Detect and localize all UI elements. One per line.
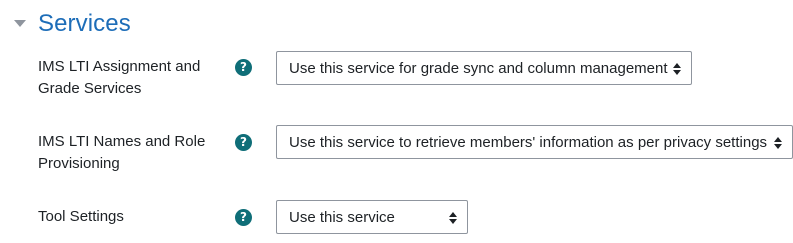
names-role-provisioning-select[interactable]: Use this service to retrieve members' in…: [276, 125, 793, 159]
section-title: Services: [38, 10, 131, 37]
field-label-assignment-grade-services: IMS LTI Assignment and Grade Services: [38, 58, 201, 97]
help-icon[interactable]: ?: [235, 134, 252, 151]
help-icon[interactable]: ?: [235, 209, 252, 226]
select-arrows-icon: [449, 211, 457, 224]
tool-settings-select[interactable]: Use this service: [276, 200, 468, 234]
services-section-toggle[interactable]: Services: [14, 8, 131, 40]
select-arrows-icon: [673, 62, 681, 75]
select-arrows-icon: [774, 136, 782, 149]
caret-down-icon: [14, 18, 26, 30]
select-value: Use this service: [289, 208, 395, 226]
field-label-tool-settings: Tool Settings: [38, 208, 124, 225]
field-label-names-role-provisioning: IMS LTI Names and Role Provisioning: [38, 133, 206, 172]
select-value: Use this service to retrieve members' in…: [289, 133, 768, 151]
assignment-grade-services-select[interactable]: Use this service for grade sync and colu…: [276, 51, 692, 85]
help-icon[interactable]: ?: [235, 59, 252, 76]
select-value: Use this service for grade sync and colu…: [289, 59, 668, 77]
